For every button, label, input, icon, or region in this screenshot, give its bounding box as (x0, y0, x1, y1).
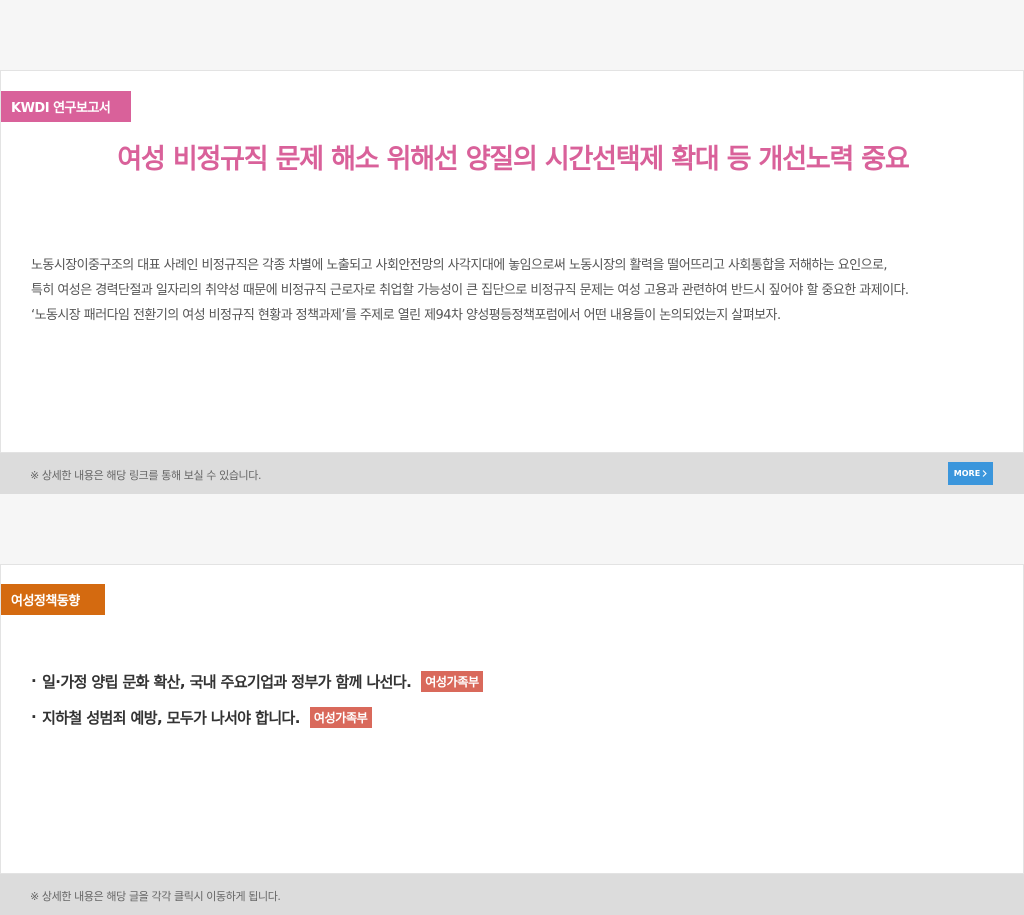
report-section-tag: KWDI 연구보고서 (1, 91, 131, 122)
report-summary-line: ‘노동시장 패러다임 전환기의 여성 비정규직 현황과 정책과제’를 주제로 열… (31, 308, 781, 323)
report-summary: 노동시장이중구조의 대표 사례인 비정규직은 각종 차별에 노출되고 사회안전망… (31, 253, 999, 328)
news-link[interactable]: 지하철 성범죄 예방, 모두가 나서야 합니다. (42, 707, 300, 728)
source-badge: 여성가족부 (421, 670, 483, 692)
list-item: · 지하철 성범죄 예방, 모두가 나서야 합니다. 여성가족부 (31, 699, 483, 735)
policy-footer-bar: ※ 상세한 내용은 해당 글을 각각 클릭시 이동하게 됩니다. (0, 874, 1024, 915)
bullet: · (31, 672, 37, 690)
policy-section: 여성정책동향 · 일·가정 양립 문화 확산, 국내 주요기업과 정부가 함께 … (0, 564, 1024, 874)
source-badge: 여성가족부 (309, 706, 372, 728)
report-summary-line: 노동시장이중구조의 대표 사례인 비정규직은 각종 차별에 노출되고 사회안전망… (31, 258, 888, 273)
policy-news-list: · 일·가정 양립 문화 확산, 국내 주요기업과 정부가 함께 나선다. 여성… (31, 663, 483, 735)
more-button[interactable]: MORE (948, 462, 993, 485)
bullet: · (31, 708, 37, 726)
chevron-right-icon (982, 470, 987, 477)
news-link[interactable]: 일·가정 양립 문화 확산, 국내 주요기업과 정부가 함께 나선다. (42, 671, 412, 692)
list-item: · 일·가정 양립 문화 확산, 국내 주요기업과 정부가 함께 나선다. 여성… (31, 663, 483, 699)
policy-footer-note: ※ 상세한 내용은 해당 글을 각각 클릭시 이동하게 됩니다. (30, 890, 281, 903)
middle-spacer (0, 494, 1024, 564)
top-spacer (0, 0, 1024, 70)
report-section: KWDI 연구보고서 여성 비정규직 문제 해소 위해선 양질의 시간선택제 확… (0, 70, 1024, 453)
more-button-label: MORE (953, 469, 981, 478)
report-footer-bar: ※ 상세한 내용은 해당 링크를 통해 보실 수 있습니다. MORE (0, 453, 1024, 494)
report-footer-note: ※ 상세한 내용은 해당 링크를 통해 보실 수 있습니다. (30, 469, 262, 482)
report-summary-line: 특히 여성은 경력단절과 일자리의 취약성 때문에 비정규직 근로자로 취업할 … (31, 283, 909, 298)
report-headline: 여성 비정규직 문제 해소 위해선 양질의 시간선택제 확대 등 개선노력 중요 (117, 144, 909, 175)
policy-section-tag: 여성정책동향 (1, 584, 105, 615)
